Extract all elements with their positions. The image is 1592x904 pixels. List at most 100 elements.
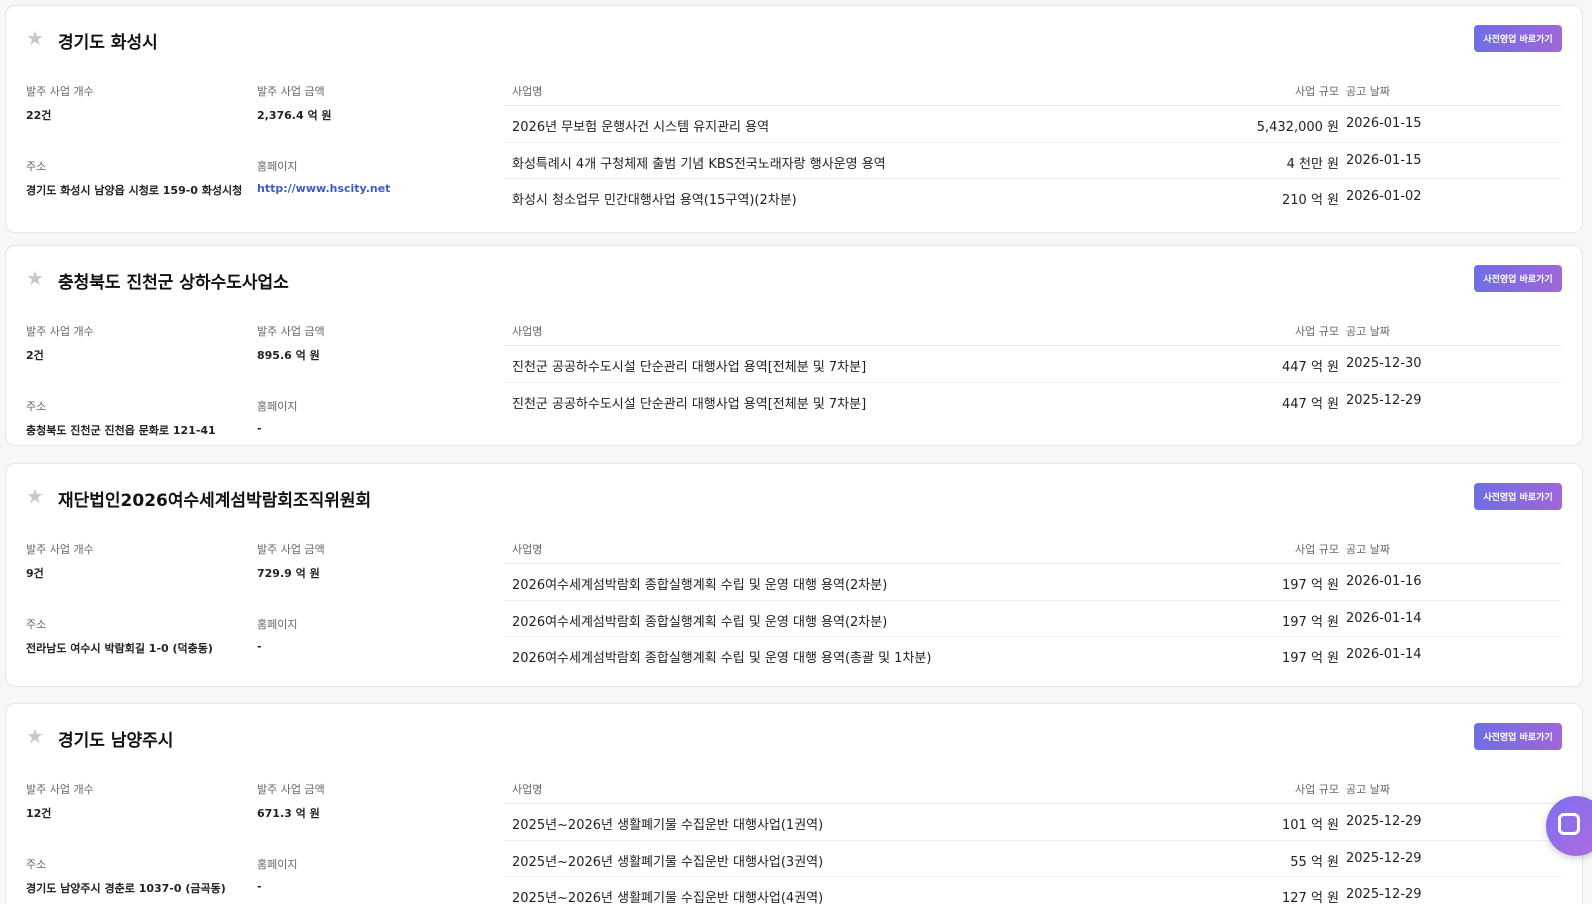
presale-button[interactable]: 사전영업 바로가기 xyxy=(1474,265,1562,292)
col-header-amount: 사업 규모 xyxy=(1295,783,1339,796)
org-card-list: ★ 경기도 화성시 사전영업 바로가기 발주 사업 개수 22건 발주 사업 금… xyxy=(0,0,1592,904)
chat-icon xyxy=(1558,813,1580,835)
homepage-label: 홈페이지 xyxy=(257,160,298,173)
bid-row[interactable]: 화성시 청소업무 민간대행사업 용역(15구역)(2차분) 210 억 원 20… xyxy=(504,179,1561,216)
bid-name: 진천군 공공하수도시설 단순관리 대행사업 용역[전체분 및 7차분] xyxy=(512,360,867,375)
bid-amount-label: 발주 사업 금액 xyxy=(257,543,325,556)
bid-count-cell: 발주 사업 개수 12건 xyxy=(26,781,256,821)
bid-date: 2026-01-02 xyxy=(1346,189,1422,204)
star-icon[interactable]: ★ xyxy=(26,486,46,506)
star-icon[interactable]: ★ xyxy=(26,726,46,746)
address-label: 주소 xyxy=(26,160,47,173)
bid-date: 2026-01-14 xyxy=(1346,610,1422,626)
col-header-date: 공고 날짜 xyxy=(1346,783,1390,796)
address-value: 경기도 화성시 남양읍 시청로 159-0 화성시청 xyxy=(26,184,243,197)
bid-amount: 197 억 원 xyxy=(1282,651,1339,666)
card-header: ★ 경기도 화성시 사전영업 바로가기 xyxy=(26,6,1562,76)
bid-table: 사업명 사업 규모 공고 날짜 2025년~2026년 생활폐기물 수집운반 대… xyxy=(504,774,1561,904)
card-header: ★ 충청북도 진천군 상하수도사업소 사전영업 바로가기 xyxy=(26,246,1562,316)
homepage-link[interactable]: http://www.hscity.net xyxy=(257,182,487,195)
bid-row[interactable]: 진천군 공공하수도시설 단순관리 대행사업 용역[전체분 및 7차분] 447 … xyxy=(504,346,1561,383)
address-label: 주소 xyxy=(26,858,47,871)
org-card: ★ 경기도 화성시 사전영업 바로가기 발주 사업 개수 22건 발주 사업 금… xyxy=(5,5,1583,233)
col-header-date: 공고 날짜 xyxy=(1346,325,1390,338)
homepage-cell: 홈페이지 - xyxy=(257,616,487,653)
col-header-name: 사업명 xyxy=(512,543,543,556)
bid-row[interactable]: 2026년 무보험 운행사건 시스템 유지관리 용역 5,432,000 원 2… xyxy=(504,106,1561,143)
bid-row[interactable]: 2026여수세계섬박람회 종합실행계획 수립 및 운영 대행 용역(2차분) 1… xyxy=(504,601,1561,637)
bid-date: 2026-01-16 xyxy=(1346,574,1422,589)
bid-name: 2025년~2026년 생활폐기물 수집운반 대행사업(3권역) xyxy=(512,854,824,870)
bid-row[interactable]: 2025년~2026년 생활폐기물 수집운반 대행사업(1권역) 101 억 원… xyxy=(504,804,1561,841)
bid-count-value: 12건 xyxy=(26,807,52,820)
homepage-cell: 홈페이지 - xyxy=(257,398,487,435)
bid-amount: 447 억 원 xyxy=(1282,360,1339,375)
bid-date: 2025-12-30 xyxy=(1346,356,1422,371)
bid-count-label: 발주 사업 개수 xyxy=(26,783,94,796)
org-card: ★ 충청북도 진천군 상하수도사업소 사전영업 바로가기 발주 사업 개수 2건… xyxy=(5,245,1583,446)
org-title[interactable]: 충청북도 진천군 상하수도사업소 xyxy=(58,268,289,293)
address-cell: 주소 경기도 남양주시 경춘로 1037-0 (금곡동) xyxy=(26,856,256,896)
presale-button[interactable]: 사전영업 바로가기 xyxy=(1474,483,1562,510)
org-card: ★ 재단법인2026여수세계섬박람회조직위원회 사전영업 바로가기 발주 사업 … xyxy=(5,463,1583,687)
bid-count-label: 발주 사업 개수 xyxy=(26,543,94,556)
bid-count-cell: 발주 사업 개수 22건 xyxy=(26,83,256,123)
homepage-cell: 홈페이지 http://www.hscity.net xyxy=(257,158,487,195)
address-label: 주소 xyxy=(26,400,47,413)
presale-button[interactable]: 사전영업 바로가기 xyxy=(1474,25,1562,52)
bid-amount-label: 발주 사업 금액 xyxy=(257,85,325,98)
bid-date: 2025-12-29 xyxy=(1346,850,1422,866)
bid-amount: 55 억 원 xyxy=(1290,854,1339,870)
bid-amount-cell: 발주 사업 금액 2,376.4 억 원 xyxy=(257,83,487,123)
bid-amount-cell: 발주 사업 금액 671.3 억 원 xyxy=(257,781,487,821)
col-header-amount: 사업 규모 xyxy=(1295,543,1339,556)
bid-table: 사업명 사업 규모 공고 날짜 2026년 무보험 운행사건 시스템 유지관리 … xyxy=(504,76,1561,216)
org-title[interactable]: 경기도 화성시 xyxy=(58,28,158,53)
bid-amount: 4 천만 원 xyxy=(1286,156,1339,172)
org-title[interactable]: 경기도 남양주시 xyxy=(58,726,173,751)
bid-count-label: 발주 사업 개수 xyxy=(26,85,94,98)
address-label: 주소 xyxy=(26,618,47,631)
bid-name: 진천군 공공하수도시설 단순관리 대행사업 용역[전체분 및 7차분] xyxy=(512,396,867,412)
col-header-amount: 사업 규모 xyxy=(1295,85,1339,98)
star-icon[interactable]: ★ xyxy=(26,28,46,48)
col-header-name: 사업명 xyxy=(512,783,543,796)
star-icon[interactable]: ★ xyxy=(26,268,46,288)
bid-count-value: 9건 xyxy=(26,567,44,580)
homepage-label: 홈페이지 xyxy=(257,400,298,413)
bid-row[interactable]: 화성특례시 4개 구청체제 출범 기념 KBS전국노래자랑 행사운영 용역 4 … xyxy=(504,143,1561,179)
bid-row[interactable]: 2026여수세계섬박람회 종합실행계획 수립 및 운영 대행 용역(총괄 및 1… xyxy=(504,637,1561,674)
homepage-value: - xyxy=(257,422,262,435)
presale-button[interactable]: 사전영업 바로가기 xyxy=(1474,723,1562,750)
bid-amount-label: 발주 사업 금액 xyxy=(257,783,325,796)
org-title[interactable]: 재단법인2026여수세계섬박람회조직위원회 xyxy=(58,486,371,511)
bid-name: 2025년~2026년 생활폐기물 수집운반 대행사업(4권역) xyxy=(512,891,824,904)
bid-date: 2025-12-29 xyxy=(1346,887,1422,902)
homepage-value: - xyxy=(257,640,262,653)
bid-row[interactable]: 2026여수세계섬박람회 종합실행계획 수립 및 운영 대행 용역(2차분) 1… xyxy=(504,564,1561,601)
bid-name: 2026년 무보험 운행사건 시스템 유지관리 용역 xyxy=(512,120,770,135)
bid-amount-cell: 발주 사업 금액 895.6 억 원 xyxy=(257,323,487,363)
bid-name: 화성특례시 4개 구청체제 출범 기념 KBS전국노래자랑 행사운영 용역 xyxy=(512,156,886,172)
address-value: 경기도 남양주시 경춘로 1037-0 (금곡동) xyxy=(26,882,226,895)
bid-row[interactable]: 2025년~2026년 생활폐기물 수집운반 대행사업(4권역) 127 억 원… xyxy=(504,877,1561,904)
card-header: ★ 재단법인2026여수세계섬박람회조직위원회 사전영업 바로가기 xyxy=(26,464,1562,534)
bid-amount-value: 2,376.4 억 원 xyxy=(257,109,332,122)
bid-amount-label: 발주 사업 금액 xyxy=(257,325,325,338)
bid-name: 2026여수세계섬박람회 종합실행계획 수립 및 운영 대행 용역(2차분) xyxy=(512,578,888,593)
address-cell: 주소 전라남도 여수시 박람회길 1-0 (덕충동) xyxy=(26,616,256,656)
org-card: ★ 경기도 남양주시 사전영업 바로가기 발주 사업 개수 12건 발주 사업 … xyxy=(5,703,1583,904)
bid-date: 2025-12-29 xyxy=(1346,392,1422,408)
bid-name: 2026여수세계섬박람회 종합실행계획 수립 및 운영 대행 용역(2차분) xyxy=(512,614,888,630)
bid-amount: 127 억 원 xyxy=(1282,891,1339,904)
homepage-value: - xyxy=(257,880,262,893)
bid-row[interactable]: 2025년~2026년 생활폐기물 수집운반 대행사업(3권역) 55 억 원 … xyxy=(504,841,1561,877)
bid-amount-value: 729.9 억 원 xyxy=(257,567,320,580)
bid-row[interactable]: 진천군 공공하수도시설 단순관리 대행사업 용역[전체분 및 7차분] 447 … xyxy=(504,383,1561,420)
bid-name: 2026여수세계섬박람회 종합실행계획 수립 및 운영 대행 용역(총괄 및 1… xyxy=(512,651,932,666)
card-header: ★ 경기도 남양주시 사전영업 바로가기 xyxy=(26,704,1562,774)
bid-table-header: 사업명 사업 규모 공고 날짜 xyxy=(504,534,1561,564)
bid-date: 2026-01-14 xyxy=(1346,647,1422,662)
bid-name: 화성시 청소업무 민간대행사업 용역(15구역)(2차분) xyxy=(512,193,797,208)
bid-amount: 210 억 원 xyxy=(1282,193,1339,208)
